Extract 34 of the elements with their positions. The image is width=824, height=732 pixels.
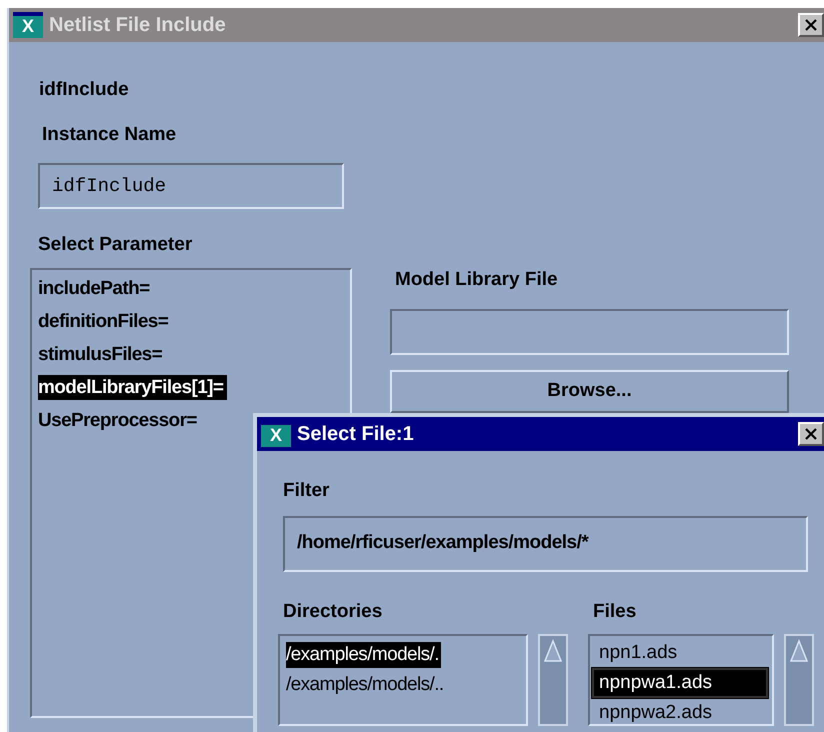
close-button[interactable] <box>798 13 824 37</box>
list-item[interactable]: npnpwa1.ads <box>592 668 768 698</box>
list-item[interactable]: /examples/models/.. <box>286 672 446 698</box>
list-item[interactable]: /examples/models/. <box>286 642 441 668</box>
list-item[interactable]: npn1.ads <box>592 638 768 668</box>
field-label: idfInclude <box>39 78 130 102</box>
field-label: Model Library File <box>395 268 559 292</box>
window-title: Select File:1 <box>297 422 415 447</box>
app-logo: X <box>13 12 43 38</box>
model-library-field[interactable] <box>390 308 789 354</box>
list-item[interactable]: npnpwa2.ads <box>592 698 768 724</box>
scroll-up-icon[interactable] <box>789 638 809 664</box>
list-item[interactable]: definitionFiles= <box>38 308 172 334</box>
browse-button[interactable]: Browse... <box>390 370 789 412</box>
filter-field[interactable]: /home/rficuser/examples/models/* <box>283 516 808 572</box>
close-icon <box>804 18 818 32</box>
list-item[interactable]: modelLibraryFiles[1]= <box>38 374 228 400</box>
scrollbar[interactable] <box>784 634 814 726</box>
instance-name-field[interactable]: idfInclude <box>38 163 344 209</box>
field-label: Files <box>593 600 638 624</box>
scroll-up-icon[interactable] <box>543 638 563 664</box>
field-label: Directories <box>283 600 384 624</box>
window-title: Netlist File Include <box>49 13 227 38</box>
close-icon <box>804 427 818 441</box>
field-value: /home/rficuser/examples/models/* <box>297 531 588 556</box>
scrollbar[interactable] <box>538 634 568 726</box>
list-item[interactable]: UsePreprocessor= <box>38 408 201 432</box>
close-button[interactable] <box>798 422 824 446</box>
field-label: Filter <box>283 479 330 503</box>
list-item[interactable]: includePath= <box>38 276 154 300</box>
field-label: Select Parameter <box>38 233 194 257</box>
list-item[interactable]: stimulusFiles= <box>38 342 166 366</box>
field-label: Instance Name <box>42 122 178 146</box>
field-value: idfInclude <box>52 174 166 199</box>
